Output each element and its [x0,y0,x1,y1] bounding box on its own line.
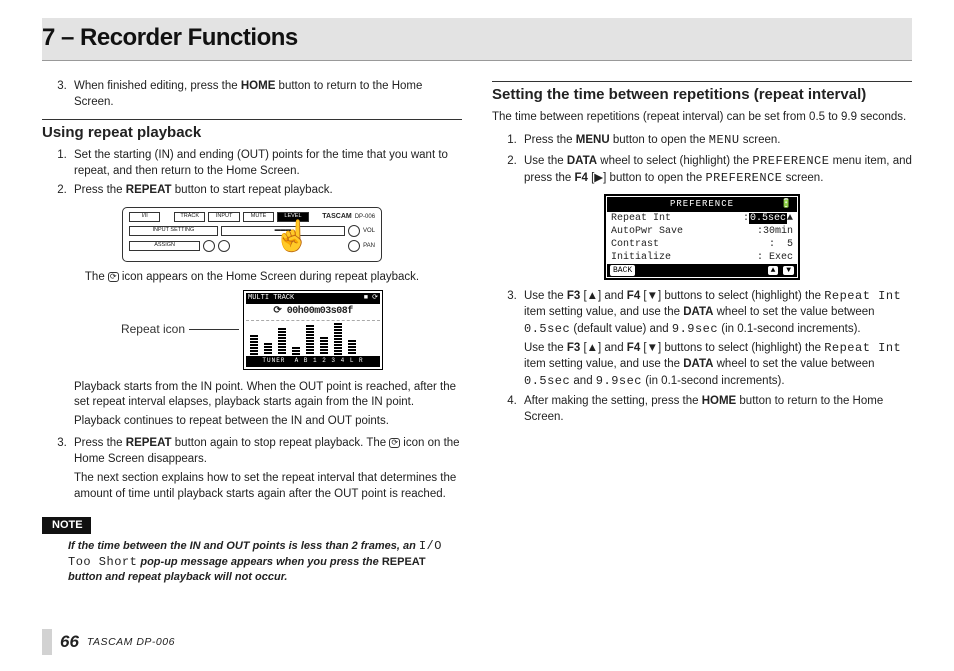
manual-page: 7 – Recorder Functions When finished edi… [0,0,954,671]
repeat-icon: ⟳ [108,272,119,282]
section-repeat-interval: Setting the time between repetitions (re… [492,86,912,104]
step-finish-edit: When finished editing, press the HOME bu… [70,79,462,111]
interval-step-2: Use the DATA wheel to select (highlight)… [520,153,912,187]
repeat-step-2: Press the REPEAT button to start repeat … [70,183,462,199]
repeat-paragraphs: Playback starts from the IN point. When … [74,380,462,431]
repeat-icon-caption: The ⟳ icon appears on the Home Screen du… [42,270,462,286]
interval-steps-3-4: Use the F3 [▲] and F4 [▼] buttons to sel… [492,288,912,426]
knob-icon [348,240,360,252]
section-using-repeat: Using repeat playback [42,124,462,142]
interval-intro: The time between repetitions (repeat int… [492,110,912,126]
pointer-line-icon [189,329,239,330]
repeat-step-3: Press the REPEAT button again to stop re… [42,436,462,502]
device-panel: I/II TRACK INPUT MUTE LEVEL TASCAM DP-00… [122,207,382,262]
battery-icon: 🔋 [781,198,793,210]
step-stop-repeat: Press the REPEAT button again to stop re… [70,436,462,502]
content-columns: When finished editing, press the HOME bu… [42,73,912,585]
knob-icon [218,240,230,252]
preference-screen-figure: PREFERENCE 🔋 Repeat Int:0.5sec▲ AutoPwr … [492,194,912,279]
note-body: If the time between the IN and OUT point… [68,538,462,585]
level-meters [246,320,380,355]
footer-accent-bar [42,629,52,655]
repeat-icon-label: Repeat icon [121,321,185,338]
interval-steps-1-2: Press the MENU button to open the MENU s… [492,132,912,187]
left-column: When finished editing, press the HOME bu… [42,73,462,585]
chapter-title: 7 – Recorder Functions [42,24,298,51]
note-label: NOTE [42,517,91,534]
right-column: Setting the time between repetitions (re… [492,73,912,585]
repeat-icon: ⟳ [389,438,400,448]
interval-step-4: After making the setting, press the HOME… [520,394,912,426]
home-screen-figure: MULTI TRACK ■ ⟳ ⟳ 00h00m03s08f [243,290,383,370]
page-number: 66 [60,632,79,652]
knob-icon [203,240,215,252]
interval-step-1: Press the MENU button to open the MENU s… [520,132,912,149]
interval-step-3: Use the F3 [▲] and F4 [▼] buttons to sel… [520,288,912,390]
section-divider [42,119,462,120]
footer-model: TASCAM DP-006 [87,636,175,648]
repeat-steps-1-2: Set the starting (IN) and ending (OUT) p… [42,148,462,200]
preference-screen: PREFERENCE 🔋 Repeat Int:0.5sec▲ AutoPwr … [604,194,800,279]
screen-figure-row: Repeat icon MULTI TRACK ■ ⟳ ⟳ 00h00m03s0… [42,290,462,370]
page-footer: 66 TASCAM DP-006 [42,629,175,655]
finish-edit-steps: When finished editing, press the HOME bu… [42,79,462,111]
chapter-header: 7 – Recorder Functions [42,18,912,61]
knob-icon [348,225,360,237]
device-figure: I/II TRACK INPUT MUTE LEVEL TASCAM DP-00… [42,207,462,262]
repeat-step-1: Set the starting (IN) and ending (OUT) p… [70,148,462,180]
section-divider [492,81,912,82]
